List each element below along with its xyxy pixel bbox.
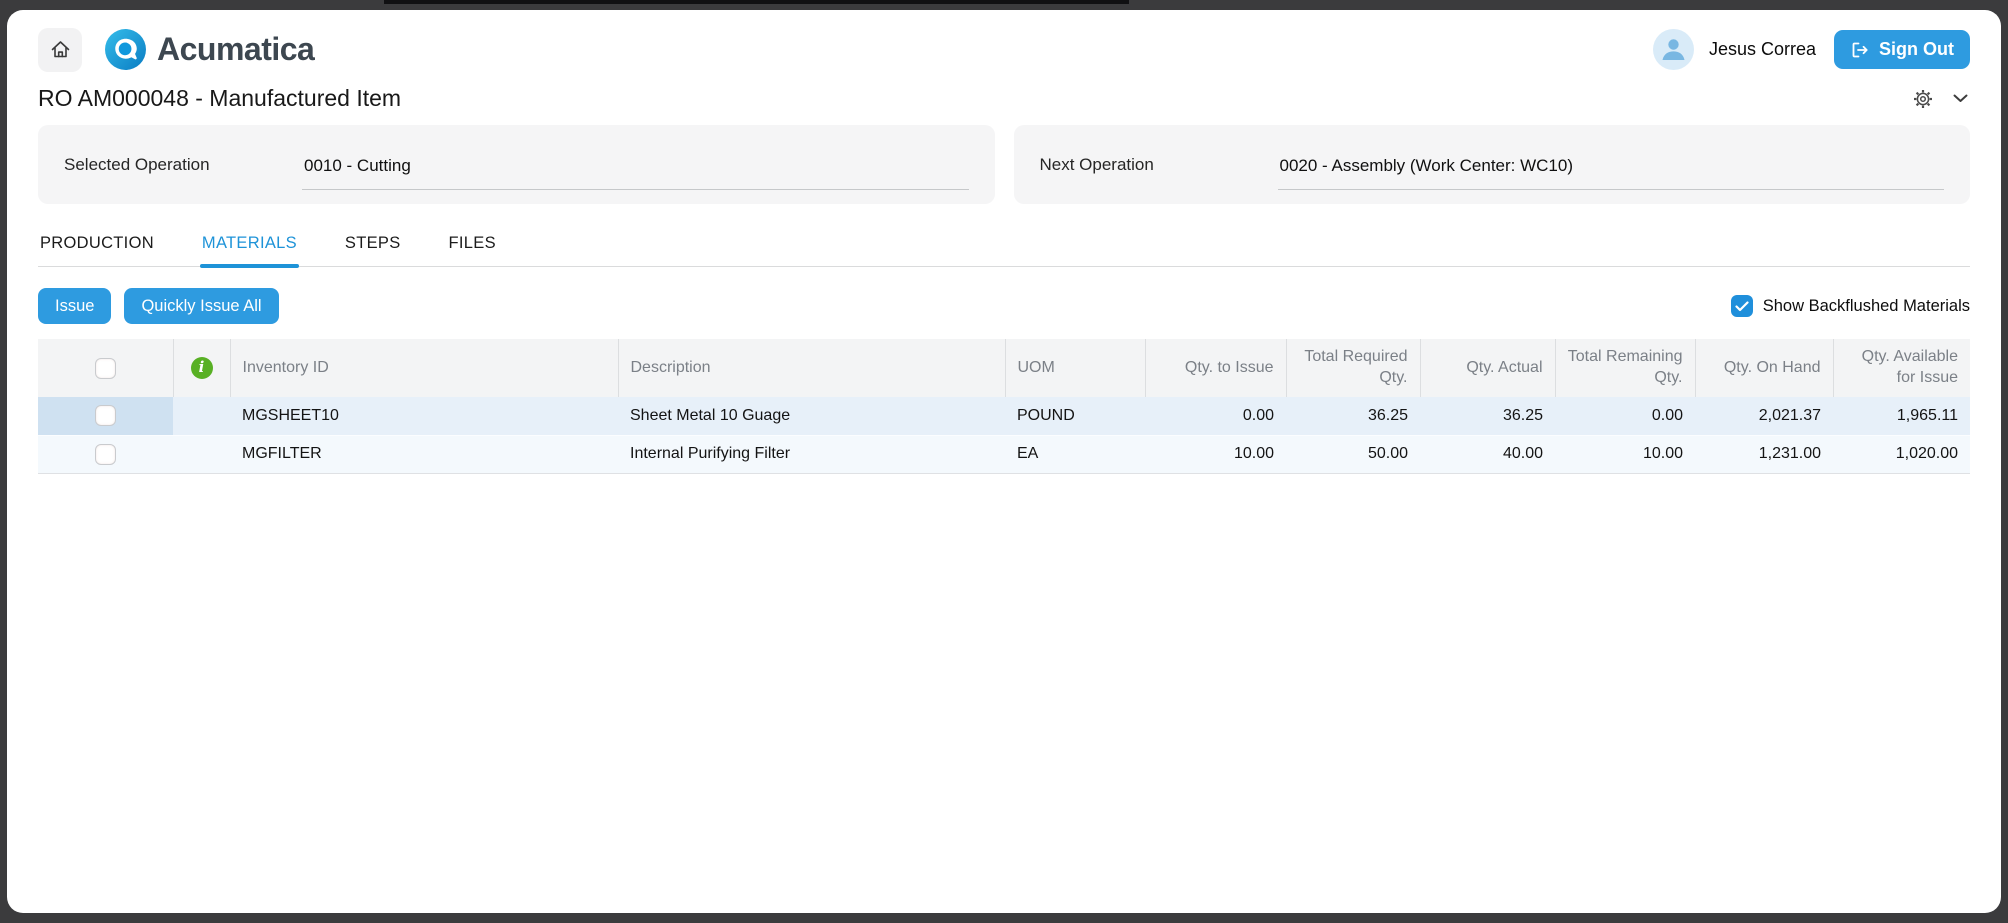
header-row: i Inventory ID Description UOM Qty. to I… (38, 339, 1970, 397)
sign-out-icon (1850, 40, 1870, 60)
cell-total-required: 50.00 (1286, 435, 1420, 473)
show-backflushed-label: Show Backflushed Materials (1763, 297, 1970, 316)
cell-total-required: 36.25 (1286, 397, 1420, 435)
selected-operation-label: Selected Operation (64, 155, 302, 175)
next-operation-panel: Next Operation 0020 - Assembly (Work Cen… (1014, 125, 1971, 204)
materials-toolbar: Issue Quickly Issue All Show Backflushed… (38, 288, 1970, 324)
column-header-total-remaining-qty[interactable]: Total Remaining Qty. (1555, 339, 1695, 397)
cell-description: Sheet Metal 10 Guage (618, 397, 1005, 435)
cell-uom: EA (1005, 435, 1145, 473)
issue-button[interactable]: Issue (38, 288, 111, 324)
column-header-qty-on-hand[interactable]: Qty. On Hand (1695, 339, 1833, 397)
info-icon: i (191, 357, 213, 379)
cell-qty-on-hand: 2,021.37 (1695, 397, 1833, 435)
cell-inventory-id: MGFILTER (230, 435, 618, 473)
sign-out-button[interactable]: Sign Out (1834, 30, 1970, 69)
user-avatar (1653, 29, 1694, 70)
column-header-qty-actual[interactable]: Qty. Actual (1420, 339, 1555, 397)
cell-total-remaining: 0.00 (1555, 397, 1695, 435)
user-avatar-icon (1653, 29, 1694, 70)
cell-inventory-id: MGSHEET10 (230, 397, 618, 435)
browser-frame-notch (384, 0, 1129, 4)
quickly-issue-all-button[interactable]: Quickly Issue All (124, 288, 278, 324)
tab-bar: PRODUCTION MATERIALS STEPS FILES (38, 234, 1970, 267)
cell-qty-on-hand: 1,231.00 (1695, 435, 1833, 473)
top-bar: Acumatica Jesus Correa Sign Out (38, 10, 1970, 72)
column-header-uom[interactable]: UOM (1005, 339, 1145, 397)
column-header-qty-available-for-issue[interactable]: Qty. Available for Issue (1833, 339, 1970, 397)
cell-uom: POUND (1005, 397, 1145, 435)
column-header-total-required-qty[interactable]: Total Required Qty. (1286, 339, 1420, 397)
settings-gear-icon[interactable] (1910, 86, 1936, 112)
materials-grid: i Inventory ID Description UOM Qty. to I… (38, 339, 1970, 474)
acumatica-logo[interactable]: Acumatica (104, 28, 314, 71)
operation-panels: Selected Operation 0010 - Cutting Next O… (38, 125, 1970, 204)
tab-production[interactable]: PRODUCTION (38, 234, 156, 266)
tab-steps[interactable]: STEPS (343, 234, 403, 266)
column-header-inventory-id[interactable]: Inventory ID (230, 339, 618, 397)
cell-qty-to-issue: 0.00 (1145, 397, 1286, 435)
cell-description: Internal Purifying Filter (618, 435, 1005, 473)
column-header-select[interactable] (38, 339, 173, 397)
app-window: Acumatica Jesus Correa Sign Out (7, 10, 2001, 913)
table-row[interactable]: MGSHEET10 Sheet Metal 10 Guage POUND 0.0… (38, 397, 1970, 435)
row-checkbox[interactable] (95, 444, 116, 465)
user-name: Jesus Correa (1709, 39, 1816, 60)
cell-qty-available: 1,020.00 (1833, 435, 1970, 473)
column-header-description[interactable]: Description (618, 339, 1005, 397)
table-row[interactable]: MGFILTER Internal Purifying Filter EA 10… (38, 435, 1970, 473)
home-icon (49, 38, 72, 61)
show-backflushed-checkbox[interactable] (1731, 295, 1753, 317)
cell-total-remaining: 10.00 (1555, 435, 1695, 473)
page-title: RO AM000048 - Manufactured Item (38, 85, 401, 112)
cell-qty-available: 1,965.11 (1833, 397, 1970, 435)
next-operation-label: Next Operation (1040, 155, 1278, 175)
home-button[interactable] (38, 28, 82, 72)
row-select-cell (38, 397, 173, 435)
column-header-qty-to-issue[interactable]: Qty. to Issue (1145, 339, 1286, 397)
cell-qty-actual: 40.00 (1420, 435, 1555, 473)
row-checkbox[interactable] (95, 405, 116, 426)
selected-operation-value[interactable]: 0010 - Cutting (302, 154, 969, 190)
tab-materials[interactable]: MATERIALS (200, 234, 299, 266)
next-operation-value[interactable]: 0020 - Assembly (Work Center: WC10) (1278, 154, 1945, 190)
cell-qty-actual: 36.25 (1420, 397, 1555, 435)
acumatica-logo-icon (104, 28, 147, 71)
show-backflushed-control: Show Backflushed Materials (1731, 295, 1970, 317)
tab-files[interactable]: FILES (447, 234, 498, 266)
chevron-down-icon[interactable] (1951, 92, 1970, 105)
row-select-cell (38, 435, 173, 473)
sign-out-label: Sign Out (1879, 39, 1954, 60)
row-info-cell (173, 435, 230, 473)
select-all-checkbox[interactable] (95, 358, 116, 379)
row-info-cell (173, 397, 230, 435)
column-header-info[interactable]: i (173, 339, 230, 397)
acumatica-logo-text: Acumatica (157, 31, 314, 68)
title-row: RO AM000048 - Manufactured Item (38, 85, 1970, 112)
cell-qty-to-issue: 10.00 (1145, 435, 1286, 473)
title-actions (1910, 86, 1970, 112)
selected-operation-panel: Selected Operation 0010 - Cutting (38, 125, 995, 204)
